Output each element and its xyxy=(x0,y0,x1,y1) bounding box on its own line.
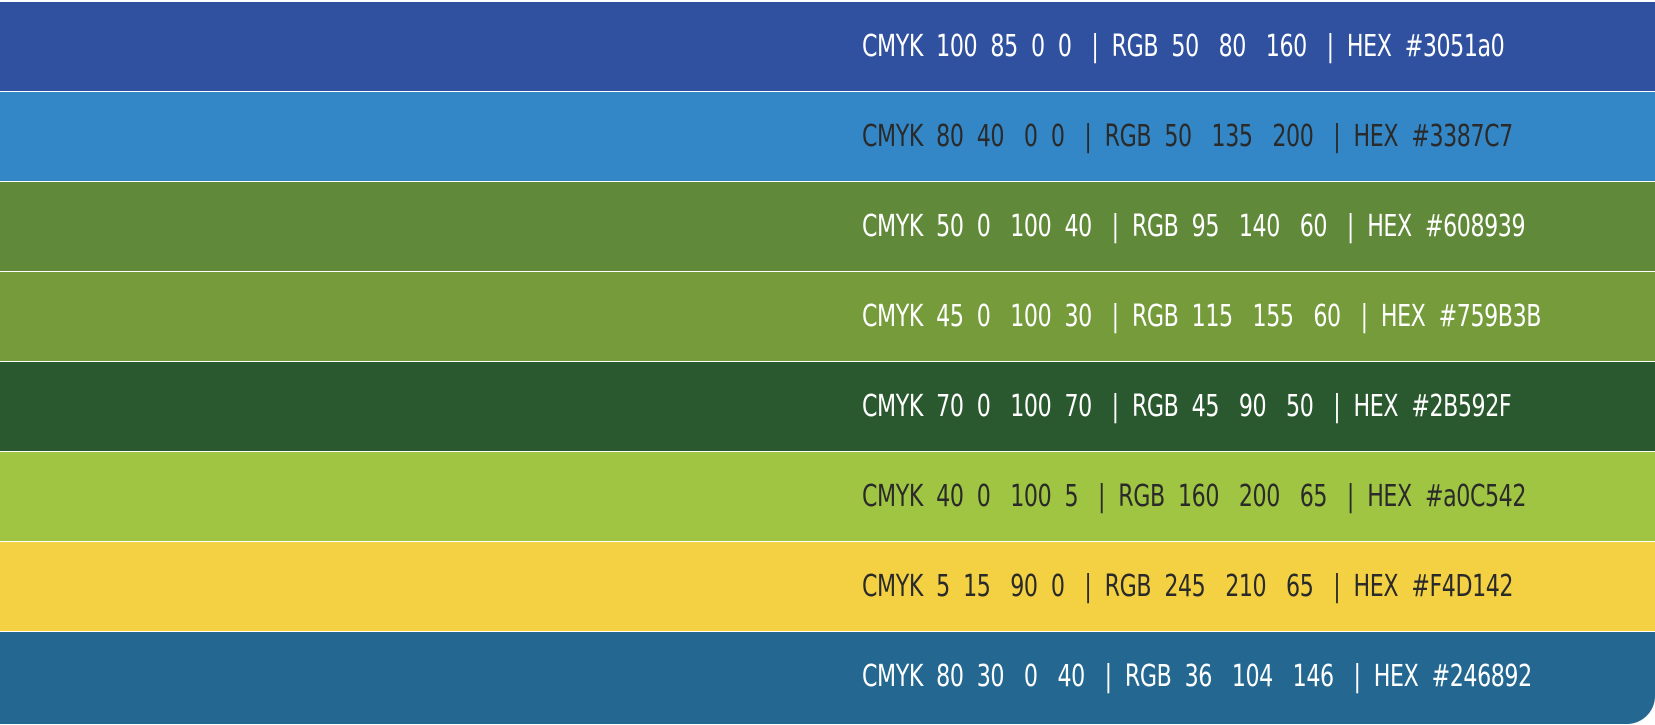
swatch-1: CMYK 100 85 0 0 | RGB 50 80 160 | HEX #3… xyxy=(0,2,1655,91)
swatch-2-label: CMYK 80 40 0 0 | RGB 50 135 200 | HEX #3… xyxy=(862,119,1513,154)
swatch-6-label: CMYK 40 0 100 5 | RGB 160 200 65 | HEX #… xyxy=(862,479,1526,514)
swatch-7-label: CMYK 5 15 90 0 | RGB 245 210 65 | HEX #F… xyxy=(862,569,1514,604)
swatch-8: CMYK 80 30 0 40 | RGB 36 104 146 | HEX #… xyxy=(0,632,1655,724)
swatch-7: CMYK 5 15 90 0 | RGB 245 210 65 | HEX #F… xyxy=(0,542,1655,631)
swatch-6: CMYK 40 0 100 5 | RGB 160 200 65 | HEX #… xyxy=(0,452,1655,541)
swatch-8-label: CMYK 80 30 0 40 | RGB 36 104 146 | HEX #… xyxy=(862,659,1532,694)
swatch-5: CMYK 70 0 100 70 | RGB 45 90 50 | HEX #2… xyxy=(0,362,1655,451)
swatch-5-label: CMYK 70 0 100 70 | RGB 45 90 50 | HEX #2… xyxy=(862,389,1512,424)
swatch-3-label: CMYK 50 0 100 40 | RGB 95 140 60 | HEX #… xyxy=(862,209,1526,244)
swatch-2: CMYK 80 40 0 0 | RGB 50 135 200 | HEX #3… xyxy=(0,92,1655,181)
swatch-1-label: CMYK 100 85 0 0 | RGB 50 80 160 | HEX #3… xyxy=(862,29,1505,64)
swatch-3: CMYK 50 0 100 40 | RGB 95 140 60 | HEX #… xyxy=(0,182,1655,271)
swatch-4: CMYK 45 0 100 30 | RGB 115 155 60 | HEX … xyxy=(0,272,1655,361)
color-palette: CMYK 100 85 0 0 | RGB 50 80 160 | HEX #3… xyxy=(0,2,1655,724)
swatch-4-label: CMYK 45 0 100 30 | RGB 115 155 60 | HEX … xyxy=(862,299,1542,334)
